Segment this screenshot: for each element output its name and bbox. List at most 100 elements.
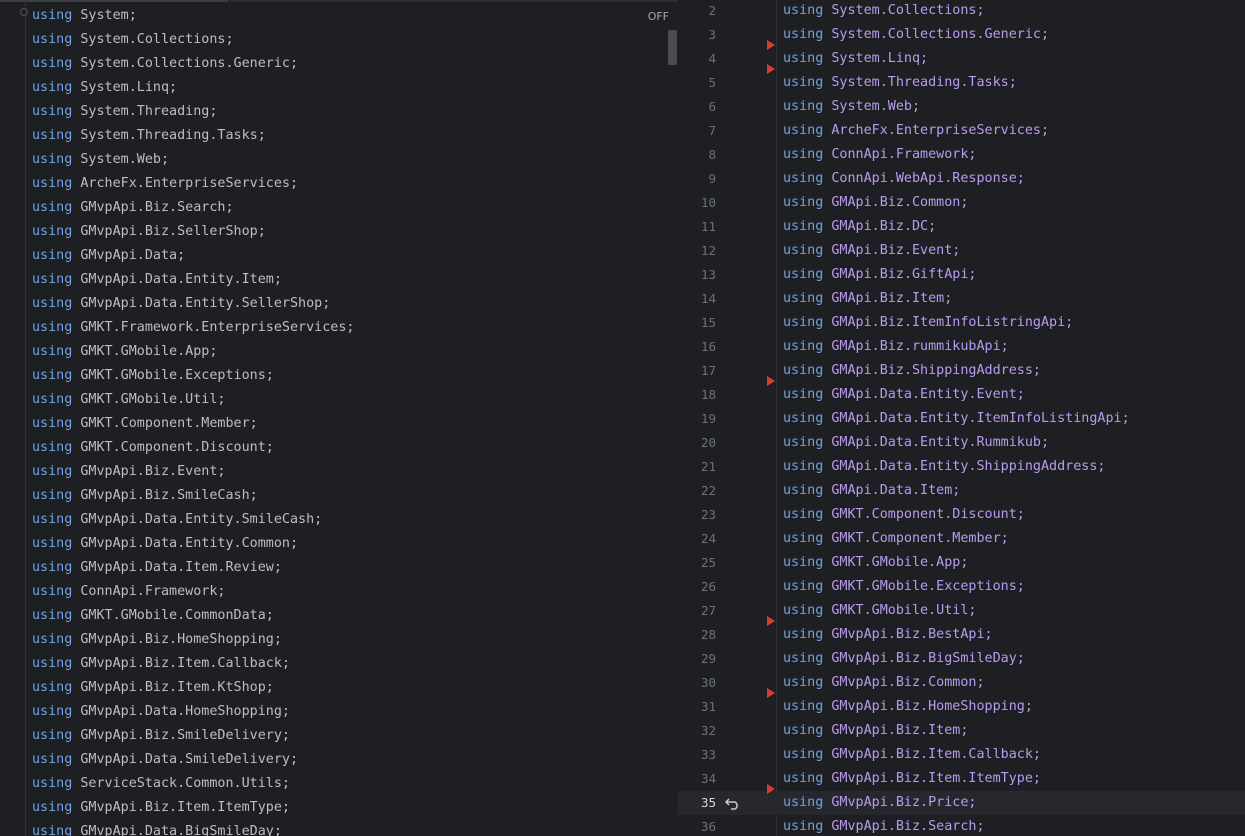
- code-text: using GMApi.Biz.ItemInfoListringApi;: [783, 311, 1073, 335]
- change-marker-icon[interactable]: [767, 64, 775, 74]
- code-text: using GMvpApi.Biz.Search;: [783, 815, 985, 836]
- code-line[interactable]: using GMvpApi.Biz.Item.Callback;: [0, 652, 678, 676]
- code-line[interactable]: 35 using GMvpApi.Biz.Price;: [678, 784, 1245, 815]
- code-line[interactable]: 27 using GMKT.GMobile.Util;: [678, 599, 1245, 623]
- code-line[interactable]: 33 using GMvpApi.Biz.Item.Callback;: [678, 743, 1245, 767]
- code-line[interactable]: 26 using GMKT.GMobile.Exceptions;: [678, 575, 1245, 599]
- code-line[interactable]: 12 using GMApi.Biz.Event;: [678, 239, 1245, 263]
- line-number: 16: [700, 339, 716, 354]
- code-line[interactable]: 31 using GMvpApi.Biz.HomeShopping;: [678, 688, 1245, 719]
- code-line[interactable]: 7 using ArcheFx.EnterpriseServices;: [678, 119, 1245, 143]
- using-keyword: using: [32, 272, 73, 287]
- code-text: using GMvpApi.Biz.Price;: [783, 791, 977, 815]
- code-text: using ConnApi.WebApi.Response;: [783, 167, 1025, 191]
- code-line[interactable]: using GMKT.GMobile.Exceptions;: [0, 364, 678, 388]
- code-line[interactable]: 28 using GMvpApi.Biz.BestApi;: [678, 616, 1245, 647]
- code-line[interactable]: using System.Linq;: [0, 76, 678, 100]
- code-line[interactable]: 36 using GMvpApi.Biz.Search;: [678, 815, 1245, 836]
- code-line[interactable]: 23 using GMKT.Component.Discount;: [678, 503, 1245, 527]
- code-line[interactable]: 18 using GMApi.Data.Entity.Event;: [678, 376, 1245, 407]
- namespace-name: ConnApi.WebApi.Response;: [831, 171, 1025, 186]
- code-line[interactable]: 30 using GMvpApi.Biz.Common;: [678, 671, 1245, 695]
- change-marker-icon[interactable]: [767, 376, 775, 386]
- code-line[interactable]: using GMvpApi.Biz.Item.KtShop;: [0, 676, 678, 700]
- code-line[interactable]: using GMKT.Framework.EnterpriseServices;: [0, 316, 678, 340]
- code-line[interactable]: 20 using GMApi.Data.Entity.Rummikub;: [678, 431, 1245, 455]
- code-line[interactable]: using GMvpApi.Biz.SmileCash;: [0, 484, 678, 508]
- using-keyword: using: [32, 752, 73, 767]
- line-number: 27: [700, 603, 716, 618]
- right-editor-pane[interactable]: 2 using System.Collections; 3 using System.…: [678, 0, 1245, 836]
- code-line[interactable]: 21 using GMApi.Data.Entity.ShippingAddres…: [678, 455, 1245, 479]
- code-line[interactable]: using GMvpApi.Biz.HomeShopping;: [0, 628, 678, 652]
- code-line[interactable]: using System.Collections;: [0, 28, 678, 52]
- code-line[interactable]: 24 using GMKT.Component.Member;: [678, 527, 1245, 551]
- code-line[interactable]: 32 using GMvpApi.Biz.Item;: [678, 719, 1245, 743]
- code-line[interactable]: using GMKT.GMobile.CommonData;: [0, 604, 678, 628]
- code-line[interactable]: using GMvpApi.Data.BigSmileDay;: [0, 820, 678, 836]
- code-line[interactable]: 17 using GMApi.Biz.ShippingAddress;: [678, 359, 1245, 383]
- code-line[interactable]: using GMvpApi.Data.HomeShopping;: [0, 700, 678, 724]
- code-line[interactable]: using GMvpApi.Data.Entity.SmileCash;: [0, 508, 678, 532]
- code-line[interactable]: 34 using GMvpApi.Biz.Item.ItemType;: [678, 767, 1245, 791]
- code-line[interactable]: 5 using System.Threading.Tasks;: [678, 64, 1245, 95]
- code-line[interactable]: using GMvpApi.Data.Entity.Item;: [0, 268, 678, 292]
- revert-icon[interactable]: [724, 796, 742, 810]
- code-line[interactable]: using System.Web;: [0, 148, 678, 172]
- using-keyword: using: [32, 224, 73, 239]
- line-number: 33: [700, 747, 716, 762]
- change-marker-icon[interactable]: [767, 40, 775, 50]
- code-line[interactable]: 11 using GMApi.Biz.DC;: [678, 215, 1245, 239]
- namespace-name: GMvpApi.Data.SmileDelivery;: [80, 752, 299, 767]
- code-line[interactable]: 2 using System.Collections;: [678, 0, 1245, 23]
- namespace-name: GMvpApi.Data.Entity.SmileCash;: [80, 512, 323, 527]
- code-line[interactable]: using GMvpApi.Biz.Search;: [0, 196, 678, 220]
- code-line[interactable]: using System;: [0, 4, 678, 28]
- left-editor-pane[interactable]: OFF using System; using System.Collection…: [0, 0, 678, 836]
- code-line[interactable]: using GMKT.Component.Member;: [0, 412, 678, 436]
- code-line[interactable]: 13 using GMApi.Biz.GiftApi;: [678, 263, 1245, 287]
- code-line[interactable]: 4 using System.Linq;: [678, 40, 1245, 71]
- line-number: 11: [700, 219, 716, 234]
- code-line[interactable]: 25 using GMKT.GMobile.App;: [678, 551, 1245, 575]
- code-line[interactable]: using GMvpApi.Biz.SmileDelivery;: [0, 724, 678, 748]
- code-line[interactable]: 9 using ConnApi.WebApi.Response;: [678, 167, 1245, 191]
- code-line[interactable]: using GMvpApi.Biz.SellerShop;: [0, 220, 678, 244]
- code-line[interactable]: using GMvpApi.Data.SmileDelivery;: [0, 748, 678, 772]
- code-line[interactable]: using ServiceStack.Common.Utils;: [0, 772, 678, 796]
- code-line[interactable]: 6 using System.Web;: [678, 95, 1245, 119]
- code-line[interactable]: using GMKT.GMobile.Util;: [0, 388, 678, 412]
- code-line[interactable]: using GMKT.Component.Discount;: [0, 436, 678, 460]
- code-line[interactable]: using System.Threading.Tasks;: [0, 124, 678, 148]
- code-line[interactable]: 16 using GMApi.Biz.rummikubApi;: [678, 335, 1245, 359]
- code-line[interactable]: using GMvpApi.Data.Entity.Common;: [0, 532, 678, 556]
- code-line[interactable]: 10 using GMApi.Biz.Common;: [678, 191, 1245, 215]
- change-marker-icon[interactable]: [767, 616, 775, 626]
- namespace-name: GMApi.Biz.GiftApi;: [831, 267, 977, 282]
- code-line[interactable]: 29 using GMvpApi.Biz.BigSmileDay;: [678, 647, 1245, 671]
- using-keyword: using: [783, 291, 824, 306]
- code-line[interactable]: using GMvpApi.Data.Entity.SellerShop;: [0, 292, 678, 316]
- code-line[interactable]: using ArcheFx.EnterpriseServices;: [0, 172, 678, 196]
- code-line[interactable]: using System.Collections.Generic;: [0, 52, 678, 76]
- code-line[interactable]: using GMvpApi.Biz.Event;: [0, 460, 678, 484]
- code-line[interactable]: 22 using GMApi.Data.Item;: [678, 479, 1245, 503]
- code-line[interactable]: using System.Threading;: [0, 100, 678, 124]
- code-text: using GMKT.GMobile.Util;: [783, 599, 977, 623]
- code-line[interactable]: 19 using GMApi.Data.Entity.ItemInfoListin…: [678, 407, 1245, 431]
- code-line[interactable]: using GMvpApi.Data.Item.Review;: [0, 556, 678, 580]
- code-line[interactable]: 8 using ConnApi.Framework;: [678, 143, 1245, 167]
- namespace-name: GMvpApi.Biz.BestApi;: [831, 627, 993, 642]
- code-line[interactable]: 3 using System.Collections.Generic;: [678, 23, 1245, 47]
- line-number: 15: [700, 315, 716, 330]
- code-line[interactable]: 14 using GMApi.Biz.Item;: [678, 287, 1245, 311]
- change-marker-icon[interactable]: [767, 784, 775, 794]
- line-number: 6: [708, 99, 716, 114]
- namespace-name: GMKT.GMobile.Util;: [831, 603, 977, 618]
- code-line[interactable]: using GMKT.GMobile.App;: [0, 340, 678, 364]
- code-line[interactable]: 15 using GMApi.Biz.ItemInfoListringApi;: [678, 311, 1245, 335]
- code-line[interactable]: using GMvpApi.Data;: [0, 244, 678, 268]
- change-marker-icon[interactable]: [767, 688, 775, 698]
- code-line[interactable]: using ConnApi.Framework;: [0, 580, 678, 604]
- code-line[interactable]: using GMvpApi.Biz.Item.ItemType;: [0, 796, 678, 820]
